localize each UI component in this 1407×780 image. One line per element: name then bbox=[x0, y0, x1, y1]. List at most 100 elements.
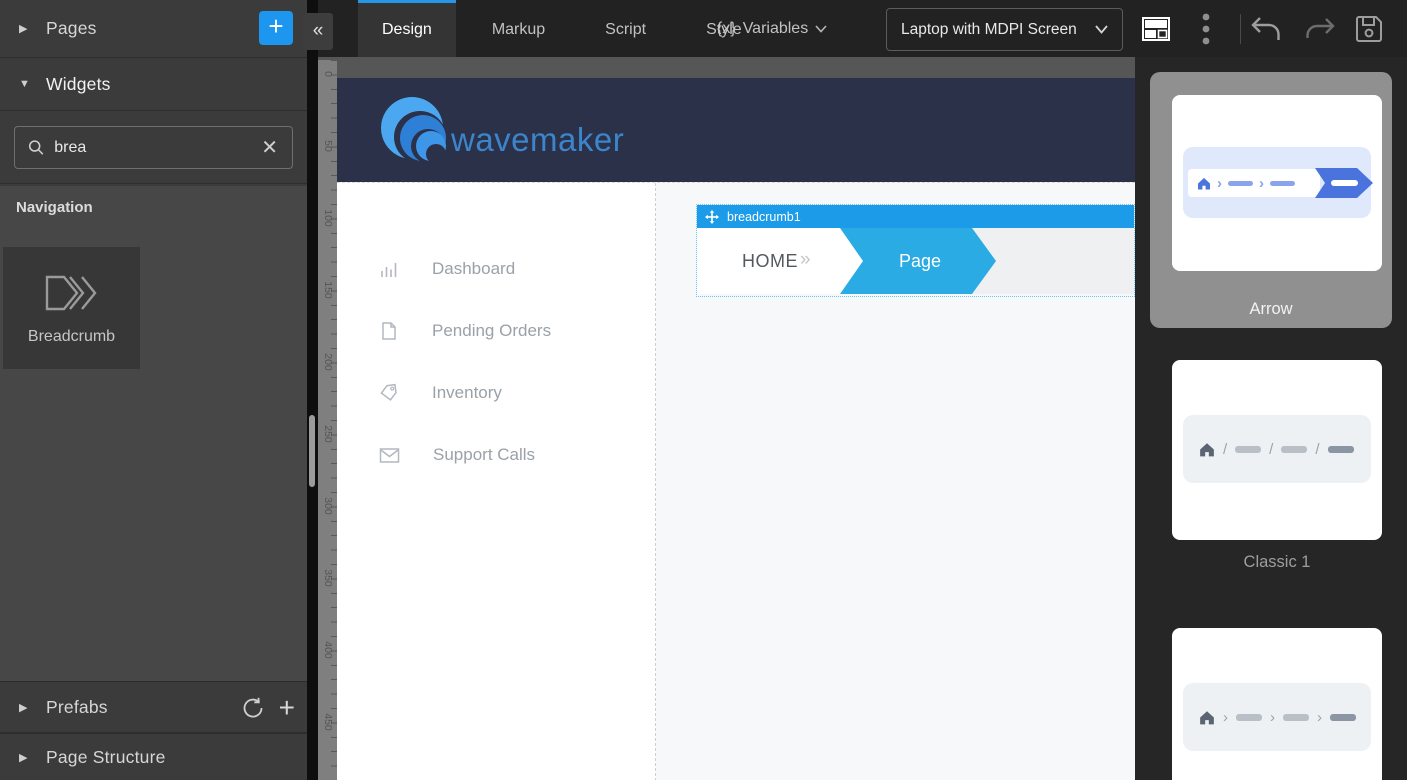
chevron-right-icon: › bbox=[1259, 176, 1264, 191]
search-icon bbox=[28, 139, 44, 156]
device-selector[interactable]: Laptop with MDPI Screen bbox=[886, 8, 1123, 51]
chevron-right-icon: › bbox=[1217, 176, 1222, 191]
breadcrumb-widget[interactable]: breadcrumb1 HOME » Page bbox=[696, 204, 1135, 297]
nav-item-inventory[interactable]: Inventory bbox=[337, 362, 655, 424]
preview-page: wavemaker Dashboard bbox=[337, 78, 1135, 780]
tab-markup[interactable]: Markup bbox=[468, 0, 569, 57]
move-icon[interactable] bbox=[705, 210, 719, 224]
toolbar-divider bbox=[1240, 14, 1241, 44]
tab-design[interactable]: Design bbox=[358, 0, 456, 57]
ruler-mark: 400 bbox=[322, 641, 334, 659]
arrow-preview-active-crumb bbox=[1315, 168, 1373, 203]
refresh-icon[interactable] bbox=[241, 696, 265, 720]
save-icon bbox=[1354, 14, 1384, 44]
add-prefab-icon[interactable]: + bbox=[279, 694, 295, 722]
crumb-placeholder bbox=[1235, 446, 1261, 453]
widgets-label: Widgets bbox=[46, 74, 111, 95]
breadcrumb-widget-tile[interactable]: Breadcrumb bbox=[3, 247, 140, 369]
chevron-down-icon bbox=[1095, 25, 1108, 34]
nav-item-label: Pending Orders bbox=[432, 321, 551, 341]
classic1-preview-strip: / / / bbox=[1183, 415, 1371, 483]
ruler-mark: 0 bbox=[322, 65, 334, 83]
nav-item-label: Inventory bbox=[432, 383, 502, 403]
sidebar-gutter bbox=[307, 0, 318, 780]
tab-script[interactable]: Script bbox=[581, 0, 670, 57]
slash-separator: / bbox=[1269, 441, 1273, 458]
style-option-arrow-preview[interactable]: › › bbox=[1172, 95, 1382, 271]
ruler-mark: 150 bbox=[322, 281, 334, 299]
slash-separator: / bbox=[1223, 441, 1227, 458]
variables-label: Variables bbox=[743, 20, 809, 38]
widget-search-box[interactable]: ✕ bbox=[14, 126, 293, 169]
sidebar-item-prefabs[interactable]: ▶ Prefabs + bbox=[0, 681, 307, 733]
editor-tabs: Design Markup Script Style bbox=[358, 0, 778, 57]
breadcrumb-style-panel: › › Arrow bbox=[1135, 57, 1407, 780]
ruler-mark: 450 bbox=[322, 713, 334, 731]
crumb-placeholder-active bbox=[1328, 446, 1354, 453]
sidebar-item-page-structure[interactable]: ▶ Page Structure bbox=[0, 733, 307, 780]
chevron-right-icon: ▶ bbox=[19, 751, 31, 764]
breadcrumb-item-home[interactable]: HOME bbox=[742, 228, 798, 294]
slash-separator: / bbox=[1315, 441, 1319, 458]
widget-selection-bar[interactable]: breadcrumb1 bbox=[697, 205, 1134, 228]
sidebar-scrollbar[interactable] bbox=[309, 415, 315, 487]
undo-button[interactable] bbox=[1250, 0, 1282, 57]
nav-item-support-calls[interactable]: Support Calls bbox=[337, 424, 655, 486]
undo-icon bbox=[1250, 16, 1282, 42]
crumb-placeholder bbox=[1281, 446, 1307, 453]
tag-icon bbox=[379, 383, 399, 403]
variables-icon: {x} bbox=[717, 20, 736, 38]
breadcrumb-item-page[interactable]: Page bbox=[840, 228, 996, 294]
sidebar-item-pages[interactable]: ▶ Pages + bbox=[0, 0, 307, 58]
chevron-right-icon: ▶ bbox=[19, 22, 31, 35]
style-option-third[interactable]: › › › bbox=[1172, 628, 1382, 780]
widget-search-section: ✕ bbox=[0, 111, 307, 184]
chevron-right-icon: › bbox=[1223, 709, 1228, 726]
ruler-mark: 350 bbox=[322, 569, 334, 587]
crumb-placeholder bbox=[1228, 181, 1253, 186]
sidebar-item-widgets[interactable]: ▼ Widgets bbox=[0, 58, 307, 111]
layout-panel-button[interactable] bbox=[1142, 0, 1170, 57]
add-page-button[interactable]: + bbox=[259, 11, 293, 45]
chevron-down-icon bbox=[815, 25, 827, 33]
chevron-right-icon: › bbox=[1317, 709, 1322, 726]
page-structure-label: Page Structure bbox=[46, 747, 166, 768]
ruler-mark: 300 bbox=[322, 497, 334, 515]
layout-icon bbox=[1142, 17, 1170, 41]
nav-item-pending-orders[interactable]: Pending Orders bbox=[337, 300, 655, 362]
breadcrumb-tile-label: Breadcrumb bbox=[3, 328, 140, 346]
collapse-sidebar-button[interactable]: « bbox=[303, 13, 333, 50]
breadcrumb-active-label: Page bbox=[850, 228, 990, 294]
redo-button[interactable] bbox=[1304, 0, 1336, 57]
style-option-classic1[interactable]: / / / bbox=[1172, 360, 1382, 540]
kebab-menu-icon bbox=[1202, 12, 1210, 46]
top-toolbar: Design Markup Script Style {x} Variables… bbox=[318, 0, 1407, 57]
clear-search-icon[interactable]: ✕ bbox=[261, 138, 278, 158]
style-option-label: Classic 1 bbox=[1172, 553, 1382, 572]
vertical-ruler: 0 50 100 150 200 250 300 350 400 450 bbox=[318, 60, 337, 780]
bar-chart-icon bbox=[379, 259, 399, 279]
left-sidebar: ▶ Pages + ▼ Widgets ✕ Navigation bbox=[0, 0, 307, 780]
crumb-placeholder-active bbox=[1330, 714, 1356, 721]
ruler-mark: 250 bbox=[322, 425, 334, 443]
ruler-mark: 200 bbox=[322, 353, 334, 371]
nav-item-dashboard[interactable]: Dashboard bbox=[337, 238, 655, 300]
widget-results: Navigation Breadcrumb bbox=[0, 186, 307, 681]
prefabs-label: Prefabs bbox=[46, 697, 108, 718]
chevron-right-icon: › bbox=[1270, 709, 1275, 726]
crumb-placeholder bbox=[1283, 714, 1309, 721]
search-input[interactable] bbox=[54, 139, 261, 157]
crumb-placeholder bbox=[1236, 714, 1262, 721]
variables-menu[interactable]: {x} Variables bbox=[717, 0, 827, 57]
home-icon bbox=[1199, 710, 1215, 725]
breadcrumb-separator: » bbox=[800, 228, 811, 294]
breadcrumb-bar: HOME » Page bbox=[697, 228, 1134, 294]
nav-item-label: Dashboard bbox=[432, 259, 515, 279]
arrow-preview-strip: › › bbox=[1183, 147, 1371, 218]
save-button[interactable] bbox=[1354, 0, 1384, 57]
style-option-arrow[interactable]: › › Arrow bbox=[1150, 72, 1392, 328]
more-options-button[interactable] bbox=[1202, 0, 1210, 57]
crumb-placeholder bbox=[1270, 181, 1295, 186]
page-left-nav: Dashboard Pending Orders bbox=[337, 183, 656, 780]
envelope-icon bbox=[379, 447, 400, 464]
